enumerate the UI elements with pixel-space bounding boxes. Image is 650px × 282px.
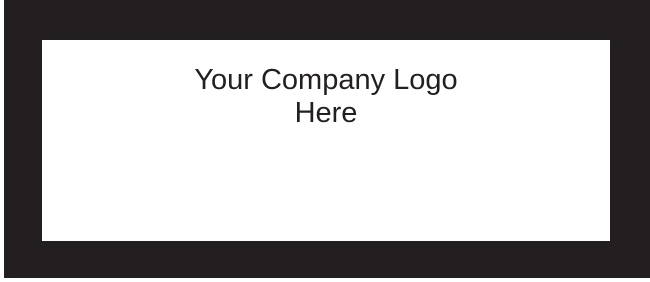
logo-placeholder-line-2: Here [294, 97, 358, 129]
logo-placeholder-line-1: Your Company Logo [194, 64, 458, 96]
logo-placeholder-text: Your Company Logo Here [42, 64, 610, 130]
logo-placeholder-panel: Your Company Logo Here [42, 40, 610, 241]
logo-placeholder-frame: Your Company Logo Here [0, 0, 650, 282]
